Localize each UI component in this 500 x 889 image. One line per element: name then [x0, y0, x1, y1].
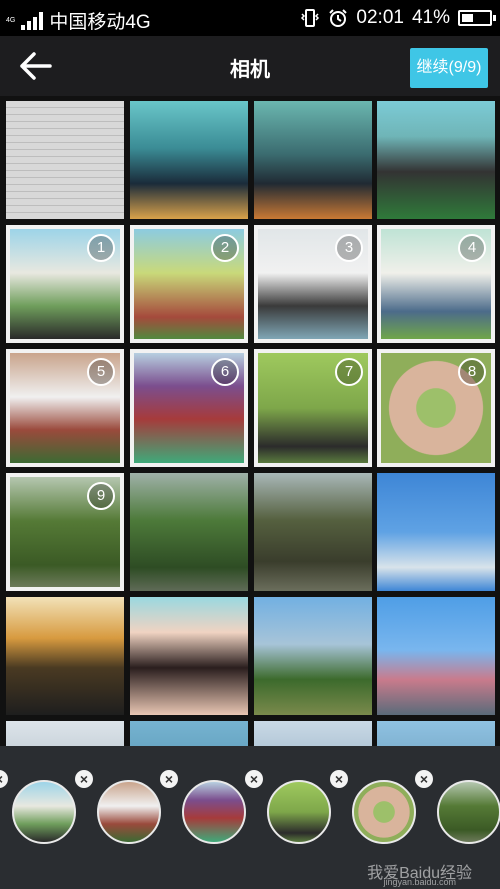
photo-tile[interactable] [6, 721, 124, 746]
selected-thumb-item: × [160, 770, 246, 844]
photo-tile[interactable] [6, 101, 124, 219]
selected-photo-tile[interactable]: 4 [377, 225, 495, 343]
photo-tile[interactable] [254, 721, 372, 746]
photo-grid: 1 2 3 4 5 6 7 8 9 [0, 96, 500, 746]
photo-tile[interactable] [254, 473, 372, 591]
selected-thumb[interactable] [437, 780, 500, 844]
selected-thumb-item: × [0, 770, 76, 844]
selected-photo-tile[interactable]: 1 [6, 225, 124, 343]
selected-photo-tile[interactable]: 9 [6, 473, 124, 591]
remove-thumb-button[interactable]: × [330, 770, 348, 788]
photo-tile[interactable] [130, 473, 248, 591]
selected-thumb[interactable] [267, 780, 331, 844]
remove-thumb-button[interactable]: × [245, 770, 263, 788]
selected-thumb[interactable] [97, 780, 161, 844]
photo-tile[interactable] [6, 597, 124, 715]
selected-thumb[interactable] [352, 780, 416, 844]
clock-time: 02:01 [356, 7, 404, 28]
remove-thumb-button[interactable]: × [160, 770, 178, 788]
selection-badge: 1 [87, 234, 115, 262]
selected-photo-tile[interactable]: 7 [254, 349, 372, 467]
status-bar: 4G 中国移动4G 02:01 41% [0, 0, 500, 36]
selected-photo-tile[interactable]: 2 [130, 225, 248, 343]
selection-badge: 2 [211, 234, 239, 262]
photo-tile[interactable] [377, 101, 495, 219]
selected-thumb-item: × [75, 770, 161, 844]
selection-badge: 9 [87, 482, 115, 510]
watermark-url: jingyan.baidu.com [383, 877, 456, 887]
photo-tile[interactable] [130, 721, 248, 746]
photo-tile[interactable] [377, 597, 495, 715]
network-tag: 4G [6, 16, 16, 24]
selected-photo-tile[interactable]: 8 [377, 349, 495, 467]
selection-badge: 4 [458, 234, 486, 262]
alarm-icon [329, 9, 348, 27]
photo-tile[interactable] [254, 101, 372, 219]
photo-tile[interactable] [377, 473, 495, 591]
carrier-label: 中国移动4G [49, 12, 151, 33]
selected-thumb-item: × [330, 770, 416, 844]
selected-photo-tile[interactable]: 3 [254, 225, 372, 343]
photo-tile[interactable] [254, 597, 372, 715]
selected-tray: × × × × × × 我爱Baidu经验 jingyan.baidu.com [0, 746, 500, 889]
selection-badge: 3 [335, 234, 363, 262]
remove-thumb-button[interactable]: × [0, 770, 8, 788]
app-header: 相机 继续(9/9) [0, 36, 500, 96]
remove-thumb-button[interactable]: × [75, 770, 93, 788]
selected-thumb-item: × [415, 770, 500, 844]
photo-tile[interactable] [130, 101, 248, 219]
selected-photo-tile[interactable]: 5 [6, 349, 124, 467]
battery-percent: 41% [411, 7, 450, 28]
selection-badge: 7 [335, 358, 363, 386]
selection-badge: 6 [211, 358, 239, 386]
remove-thumb-button[interactable]: × [415, 770, 433, 788]
selection-badge: 5 [87, 358, 115, 386]
selected-thumb[interactable] [12, 780, 76, 844]
continue-button[interactable]: 继续(9/9) [410, 48, 488, 88]
selected-thumb-item: × [245, 770, 331, 844]
selected-thumb[interactable] [182, 780, 246, 844]
selection-badge: 8 [458, 358, 486, 386]
vibrate-icon [301, 9, 320, 27]
signal-icon [21, 11, 44, 30]
photo-tile[interactable] [377, 721, 495, 746]
selected-photo-tile[interactable]: 6 [130, 349, 248, 467]
photo-tile[interactable] [130, 597, 248, 715]
battery-icon [458, 10, 496, 26]
